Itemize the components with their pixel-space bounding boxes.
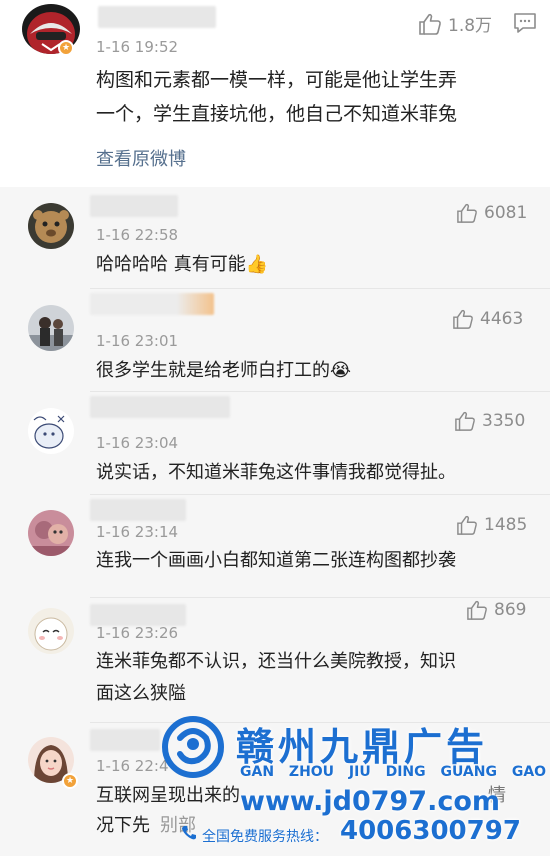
like-button[interactable]: 1485 bbox=[456, 515, 527, 535]
avatar[interactable] bbox=[28, 408, 74, 454]
reply-text-line1: 互联网呈现出来的 bbox=[96, 785, 240, 806]
thumbs-up-icon bbox=[467, 600, 487, 620]
like-count: 3350 bbox=[482, 411, 526, 431]
avatar[interactable] bbox=[28, 305, 74, 351]
verified-badge-icon: ★ bbox=[58, 40, 74, 56]
list-item: 1-16 23:04 说实话，不知道米菲兔这件事情我都觉得扯。 3350 bbox=[0, 392, 550, 493]
reply-time: 1-16 23:14 bbox=[96, 523, 179, 541]
view-original-link[interactable]: 查看原微博 bbox=[96, 145, 186, 171]
like-button[interactable]: 6081 bbox=[456, 203, 527, 223]
verified-badge-icon: ★ bbox=[62, 773, 78, 789]
list-item: 1-16 23:26 连米菲兔都不认识，还当什么美院教授，知识 面这么狭隘 86… bbox=[0, 598, 550, 722]
reply-text: 说实话，不知道米菲兔这件事情我都觉得扯。 bbox=[96, 462, 456, 483]
list-item: ★ 1-16 22:4 互联网呈现出来的 情 况下先 别部 bbox=[0, 723, 550, 856]
comment-time: 1-16 19:52 bbox=[96, 38, 179, 56]
username-blurred[interactable] bbox=[90, 729, 160, 751]
username-blurred[interactable] bbox=[90, 396, 230, 418]
list-item: 1-16 22:58 哈哈哈哈 真有可能👍 6081 bbox=[0, 187, 550, 288]
username-blurred[interactable] bbox=[90, 604, 186, 626]
avatar[interactable] bbox=[28, 203, 74, 249]
username-blurred[interactable] bbox=[90, 195, 178, 217]
like-count: 1.8万 bbox=[448, 16, 493, 36]
username-blurred[interactable] bbox=[90, 499, 186, 521]
like-button[interactable]: 4463 bbox=[452, 309, 523, 329]
thumbs-up-icon bbox=[457, 203, 477, 223]
like-count: 6081 bbox=[484, 203, 528, 223]
comment-text-line1: 构图和元素都一模一样，可能是他让学生弄 bbox=[96, 69, 458, 91]
like-count: 1485 bbox=[484, 515, 528, 535]
reply-time: 1-16 23:26 bbox=[96, 624, 179, 642]
reply-time: 1-16 23:01 bbox=[96, 332, 179, 350]
reply-time: 1-16 22:58 bbox=[96, 226, 179, 244]
reply-text-line2: 况下先 bbox=[96, 815, 150, 836]
reply-text-line1-end: 情 bbox=[488, 785, 506, 806]
reply-text-line2-mid: 别部 bbox=[160, 815, 196, 836]
like-count: 869 bbox=[494, 600, 527, 620]
avatar[interactable] bbox=[28, 608, 74, 654]
reply-text-line1: 连米菲兔都不认识，还当什么美院教授，知识 bbox=[96, 651, 456, 672]
comment-icon[interactable] bbox=[513, 12, 537, 34]
reply-text: 很多学生就是给老师白打工的😭 bbox=[96, 360, 352, 381]
reply-time: 1-16 22:4 bbox=[96, 757, 169, 775]
thumbs-up-icon bbox=[419, 13, 441, 35]
like-button[interactable]: 3350 bbox=[454, 411, 525, 431]
like-button[interactable]: 869 bbox=[466, 600, 526, 620]
comment-text-line2: 一个，学生直接坑他，他自己不知道米菲兔 bbox=[96, 103, 458, 125]
thumbs-up-icon bbox=[453, 309, 473, 329]
username-blurred[interactable] bbox=[98, 6, 216, 28]
reply-list: 1-16 22:58 哈哈哈哈 真有可能👍 6081 1-16 23:01 很多… bbox=[0, 187, 550, 856]
list-item: 1-16 23:14 连我一个画画小白都知道第二张连构图都抄袭 1485 bbox=[0, 495, 550, 596]
thumbs-up-icon bbox=[455, 411, 475, 431]
reply-text-line2: 面这么狭隘 bbox=[96, 683, 186, 704]
like-button[interactable]: 1.8万 bbox=[418, 11, 492, 36]
list-item: 1-16 23:01 很多学生就是给老师白打工的😭 4463 bbox=[0, 289, 550, 390]
main-comment: ★ 1-16 19:52 构图和元素都一模一样，可能是他让学生弄 一个，学生直接… bbox=[0, 0, 550, 187]
avatar[interactable] bbox=[28, 510, 74, 556]
username-blurred[interactable] bbox=[90, 293, 214, 315]
thumbs-up-icon bbox=[457, 515, 477, 535]
reply-text: 连我一个画画小白都知道第二张连构图都抄袭 bbox=[96, 550, 456, 571]
reply-time: 1-16 23:04 bbox=[96, 434, 179, 452]
reply-text: 哈哈哈哈 真有可能👍 bbox=[96, 254, 269, 275]
like-count: 4463 bbox=[480, 309, 524, 329]
